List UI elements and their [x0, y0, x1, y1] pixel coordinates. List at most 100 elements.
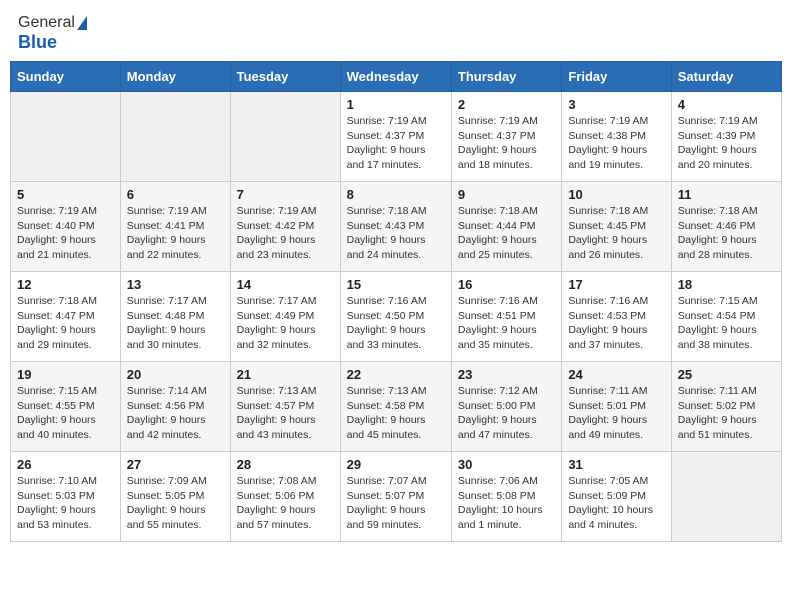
calendar-wrapper: SundayMondayTuesdayWednesdayThursdayFrid… [0, 61, 792, 552]
calendar-day-cell: 23Sunrise: 7:12 AM Sunset: 5:00 PM Dayli… [451, 362, 561, 452]
calendar-week-row: 1 Sunrise: 7:19 AM Sunset: 4:37 PM Daylig… [11, 92, 782, 182]
day-number: 2 [458, 97, 555, 112]
day-number: 6 [127, 187, 224, 202]
day-info: Sunrise: 7:05 AM Sunset: 5:09 PM Dayligh… [568, 474, 664, 533]
day-info: Sunrise: 7:15 AM Sunset: 4:55 PM Dayligh… [17, 384, 114, 443]
day-number: 16 [458, 277, 555, 292]
calendar-day-cell: 12 Sunrise: 7:18 AM Sunset: 4:47 PM Dayli… [11, 272, 121, 362]
weekday-header: Saturday [671, 62, 781, 92]
calendar-day-cell: 22 Sunrise: 7:13 AM Sunset: 4:58 PM Dayli… [340, 362, 451, 452]
day-info: Sunrise: 7:19 AM Sunset: 4:37 PM Dayligh… [347, 114, 445, 173]
day-number: 20 [127, 367, 224, 382]
calendar-day-cell: 4Sunrise: 7:19 AM Sunset: 4:39 PM Daylig… [671, 92, 781, 182]
weekday-header: Sunday [11, 62, 121, 92]
calendar-day-cell: 27 Sunrise: 7:09 AM Sunset: 5:05 PM Dayli… [120, 452, 230, 542]
calendar-day-cell: 11 Sunrise: 7:18 AM Sunset: 4:46 PM Dayli… [671, 182, 781, 272]
calendar-day-cell: 19 Sunrise: 7:15 AM Sunset: 4:55 PM Dayli… [11, 362, 121, 452]
calendar-day-cell: 13 Sunrise: 7:17 AM Sunset: 4:48 PM Dayli… [120, 272, 230, 362]
day-number: 25 [678, 367, 775, 382]
day-info: Sunrise: 7:11 AM Sunset: 5:01 PM Dayligh… [568, 384, 664, 443]
day-info: Sunrise: 7:14 AM Sunset: 4:56 PM Dayligh… [127, 384, 224, 443]
calendar-day-cell [230, 92, 340, 182]
day-info: Sunrise: 7:10 AM Sunset: 5:03 PM Dayligh… [17, 474, 114, 533]
day-number: 7 [237, 187, 334, 202]
day-number: 22 [347, 367, 445, 382]
day-info: Sunrise: 7:19 AM Sunset: 4:38 PM Dayligh… [568, 114, 664, 173]
day-info: Sunrise: 7:18 AM Sunset: 4:45 PM Dayligh… [568, 204, 664, 263]
calendar-week-row: 26Sunrise: 7:10 AM Sunset: 5:03 PM Dayli… [11, 452, 782, 542]
day-number: 31 [568, 457, 664, 472]
day-info: Sunrise: 7:19 AM Sunset: 4:42 PM Dayligh… [237, 204, 334, 263]
day-info: Sunrise: 7:12 AM Sunset: 5:00 PM Dayligh… [458, 384, 555, 443]
page-header: General Blue [0, 0, 792, 61]
calendar-day-cell: 30Sunrise: 7:06 AM Sunset: 5:08 PM Dayli… [451, 452, 561, 542]
calendar-day-cell: 29Sunrise: 7:07 AM Sunset: 5:07 PM Dayli… [340, 452, 451, 542]
calendar-day-cell: 15 Sunrise: 7:16 AM Sunset: 4:50 PM Dayli… [340, 272, 451, 362]
day-info: Sunrise: 7:16 AM Sunset: 4:50 PM Dayligh… [347, 294, 445, 353]
logo-general-text: General [18, 14, 75, 32]
day-info: Sunrise: 7:19 AM Sunset: 4:41 PM Dayligh… [127, 204, 224, 263]
day-number: 8 [347, 187, 445, 202]
day-info: Sunrise: 7:17 AM Sunset: 4:49 PM Dayligh… [237, 294, 334, 353]
day-number: 15 [347, 277, 445, 292]
day-number: 4 [678, 97, 775, 112]
calendar-day-cell: 31 Sunrise: 7:05 AM Sunset: 5:09 PM Dayli… [562, 452, 671, 542]
logo-blue-text: Blue [18, 32, 57, 53]
calendar-week-row: 12 Sunrise: 7:18 AM Sunset: 4:47 PM Dayli… [11, 272, 782, 362]
day-info: Sunrise: 7:16 AM Sunset: 4:53 PM Dayligh… [568, 294, 664, 353]
day-info: Sunrise: 7:11 AM Sunset: 5:02 PM Dayligh… [678, 384, 775, 443]
weekday-header: Monday [120, 62, 230, 92]
day-info: Sunrise: 7:18 AM Sunset: 4:43 PM Dayligh… [347, 204, 445, 263]
calendar-day-cell: 6 Sunrise: 7:19 AM Sunset: 4:41 PM Daylig… [120, 182, 230, 272]
calendar-day-cell: 3 Sunrise: 7:19 AM Sunset: 4:38 PM Daylig… [562, 92, 671, 182]
day-number: 12 [17, 277, 114, 292]
day-number: 1 [347, 97, 445, 112]
calendar-day-cell: 28Sunrise: 7:08 AM Sunset: 5:06 PM Dayli… [230, 452, 340, 542]
day-info: Sunrise: 7:13 AM Sunset: 4:57 PM Dayligh… [237, 384, 334, 443]
day-number: 19 [17, 367, 114, 382]
logo: General Blue [18, 14, 87, 53]
weekday-header: Tuesday [230, 62, 340, 92]
day-number: 21 [237, 367, 334, 382]
calendar-day-cell: 24Sunrise: 7:11 AM Sunset: 5:01 PM Dayli… [562, 362, 671, 452]
calendar-week-row: 5Sunrise: 7:19 AM Sunset: 4:40 PM Daylig… [11, 182, 782, 272]
day-number: 13 [127, 277, 224, 292]
weekday-header: Thursday [451, 62, 561, 92]
calendar-day-cell: 2 Sunrise: 7:19 AM Sunset: 4:37 PM Daylig… [451, 92, 561, 182]
day-info: Sunrise: 7:19 AM Sunset: 4:37 PM Dayligh… [458, 114, 555, 173]
day-info: Sunrise: 7:09 AM Sunset: 5:05 PM Dayligh… [127, 474, 224, 533]
day-info: Sunrise: 7:18 AM Sunset: 4:47 PM Dayligh… [17, 294, 114, 353]
calendar-day-cell [120, 92, 230, 182]
day-info: Sunrise: 7:15 AM Sunset: 4:54 PM Dayligh… [678, 294, 775, 353]
day-number: 17 [568, 277, 664, 292]
day-info: Sunrise: 7:13 AM Sunset: 4:58 PM Dayligh… [347, 384, 445, 443]
calendar-day-cell: 1 Sunrise: 7:19 AM Sunset: 4:37 PM Daylig… [340, 92, 451, 182]
day-info: Sunrise: 7:18 AM Sunset: 4:46 PM Dayligh… [678, 204, 775, 263]
calendar-day-cell: 7 Sunrise: 7:19 AM Sunset: 4:42 PM Daylig… [230, 182, 340, 272]
calendar-day-cell: 5Sunrise: 7:19 AM Sunset: 4:40 PM Daylig… [11, 182, 121, 272]
day-number: 27 [127, 457, 224, 472]
calendar-day-cell: 17 Sunrise: 7:16 AM Sunset: 4:53 PM Dayli… [562, 272, 671, 362]
calendar-day-cell: 26Sunrise: 7:10 AM Sunset: 5:03 PM Dayli… [11, 452, 121, 542]
day-info: Sunrise: 7:18 AM Sunset: 4:44 PM Dayligh… [458, 204, 555, 263]
calendar-day-cell [11, 92, 121, 182]
day-number: 30 [458, 457, 555, 472]
day-number: 9 [458, 187, 555, 202]
calendar-day-cell: 20 Sunrise: 7:14 AM Sunset: 4:56 PM Dayli… [120, 362, 230, 452]
weekday-header: Wednesday [340, 62, 451, 92]
day-number: 3 [568, 97, 664, 112]
calendar-day-cell: 16 Sunrise: 7:16 AM Sunset: 4:51 PM Dayli… [451, 272, 561, 362]
calendar-day-cell: 8 Sunrise: 7:18 AM Sunset: 4:43 PM Daylig… [340, 182, 451, 272]
calendar-day-cell: 10Sunrise: 7:18 AM Sunset: 4:45 PM Dayli… [562, 182, 671, 272]
calendar-day-cell: 21 Sunrise: 7:13 AM Sunset: 4:57 PM Dayli… [230, 362, 340, 452]
day-info: Sunrise: 7:16 AM Sunset: 4:51 PM Dayligh… [458, 294, 555, 353]
weekday-header: Friday [562, 62, 671, 92]
calendar-day-cell: 14Sunrise: 7:17 AM Sunset: 4:49 PM Dayli… [230, 272, 340, 362]
calendar-day-cell [671, 452, 781, 542]
day-number: 11 [678, 187, 775, 202]
calendar-table: SundayMondayTuesdayWednesdayThursdayFrid… [10, 61, 782, 542]
page-container: General Blue SundayMondayTuesdayWednesda… [0, 0, 792, 552]
calendar-header-row: SundayMondayTuesdayWednesdayThursdayFrid… [11, 62, 782, 92]
day-number: 18 [678, 277, 775, 292]
day-info: Sunrise: 7:17 AM Sunset: 4:48 PM Dayligh… [127, 294, 224, 353]
